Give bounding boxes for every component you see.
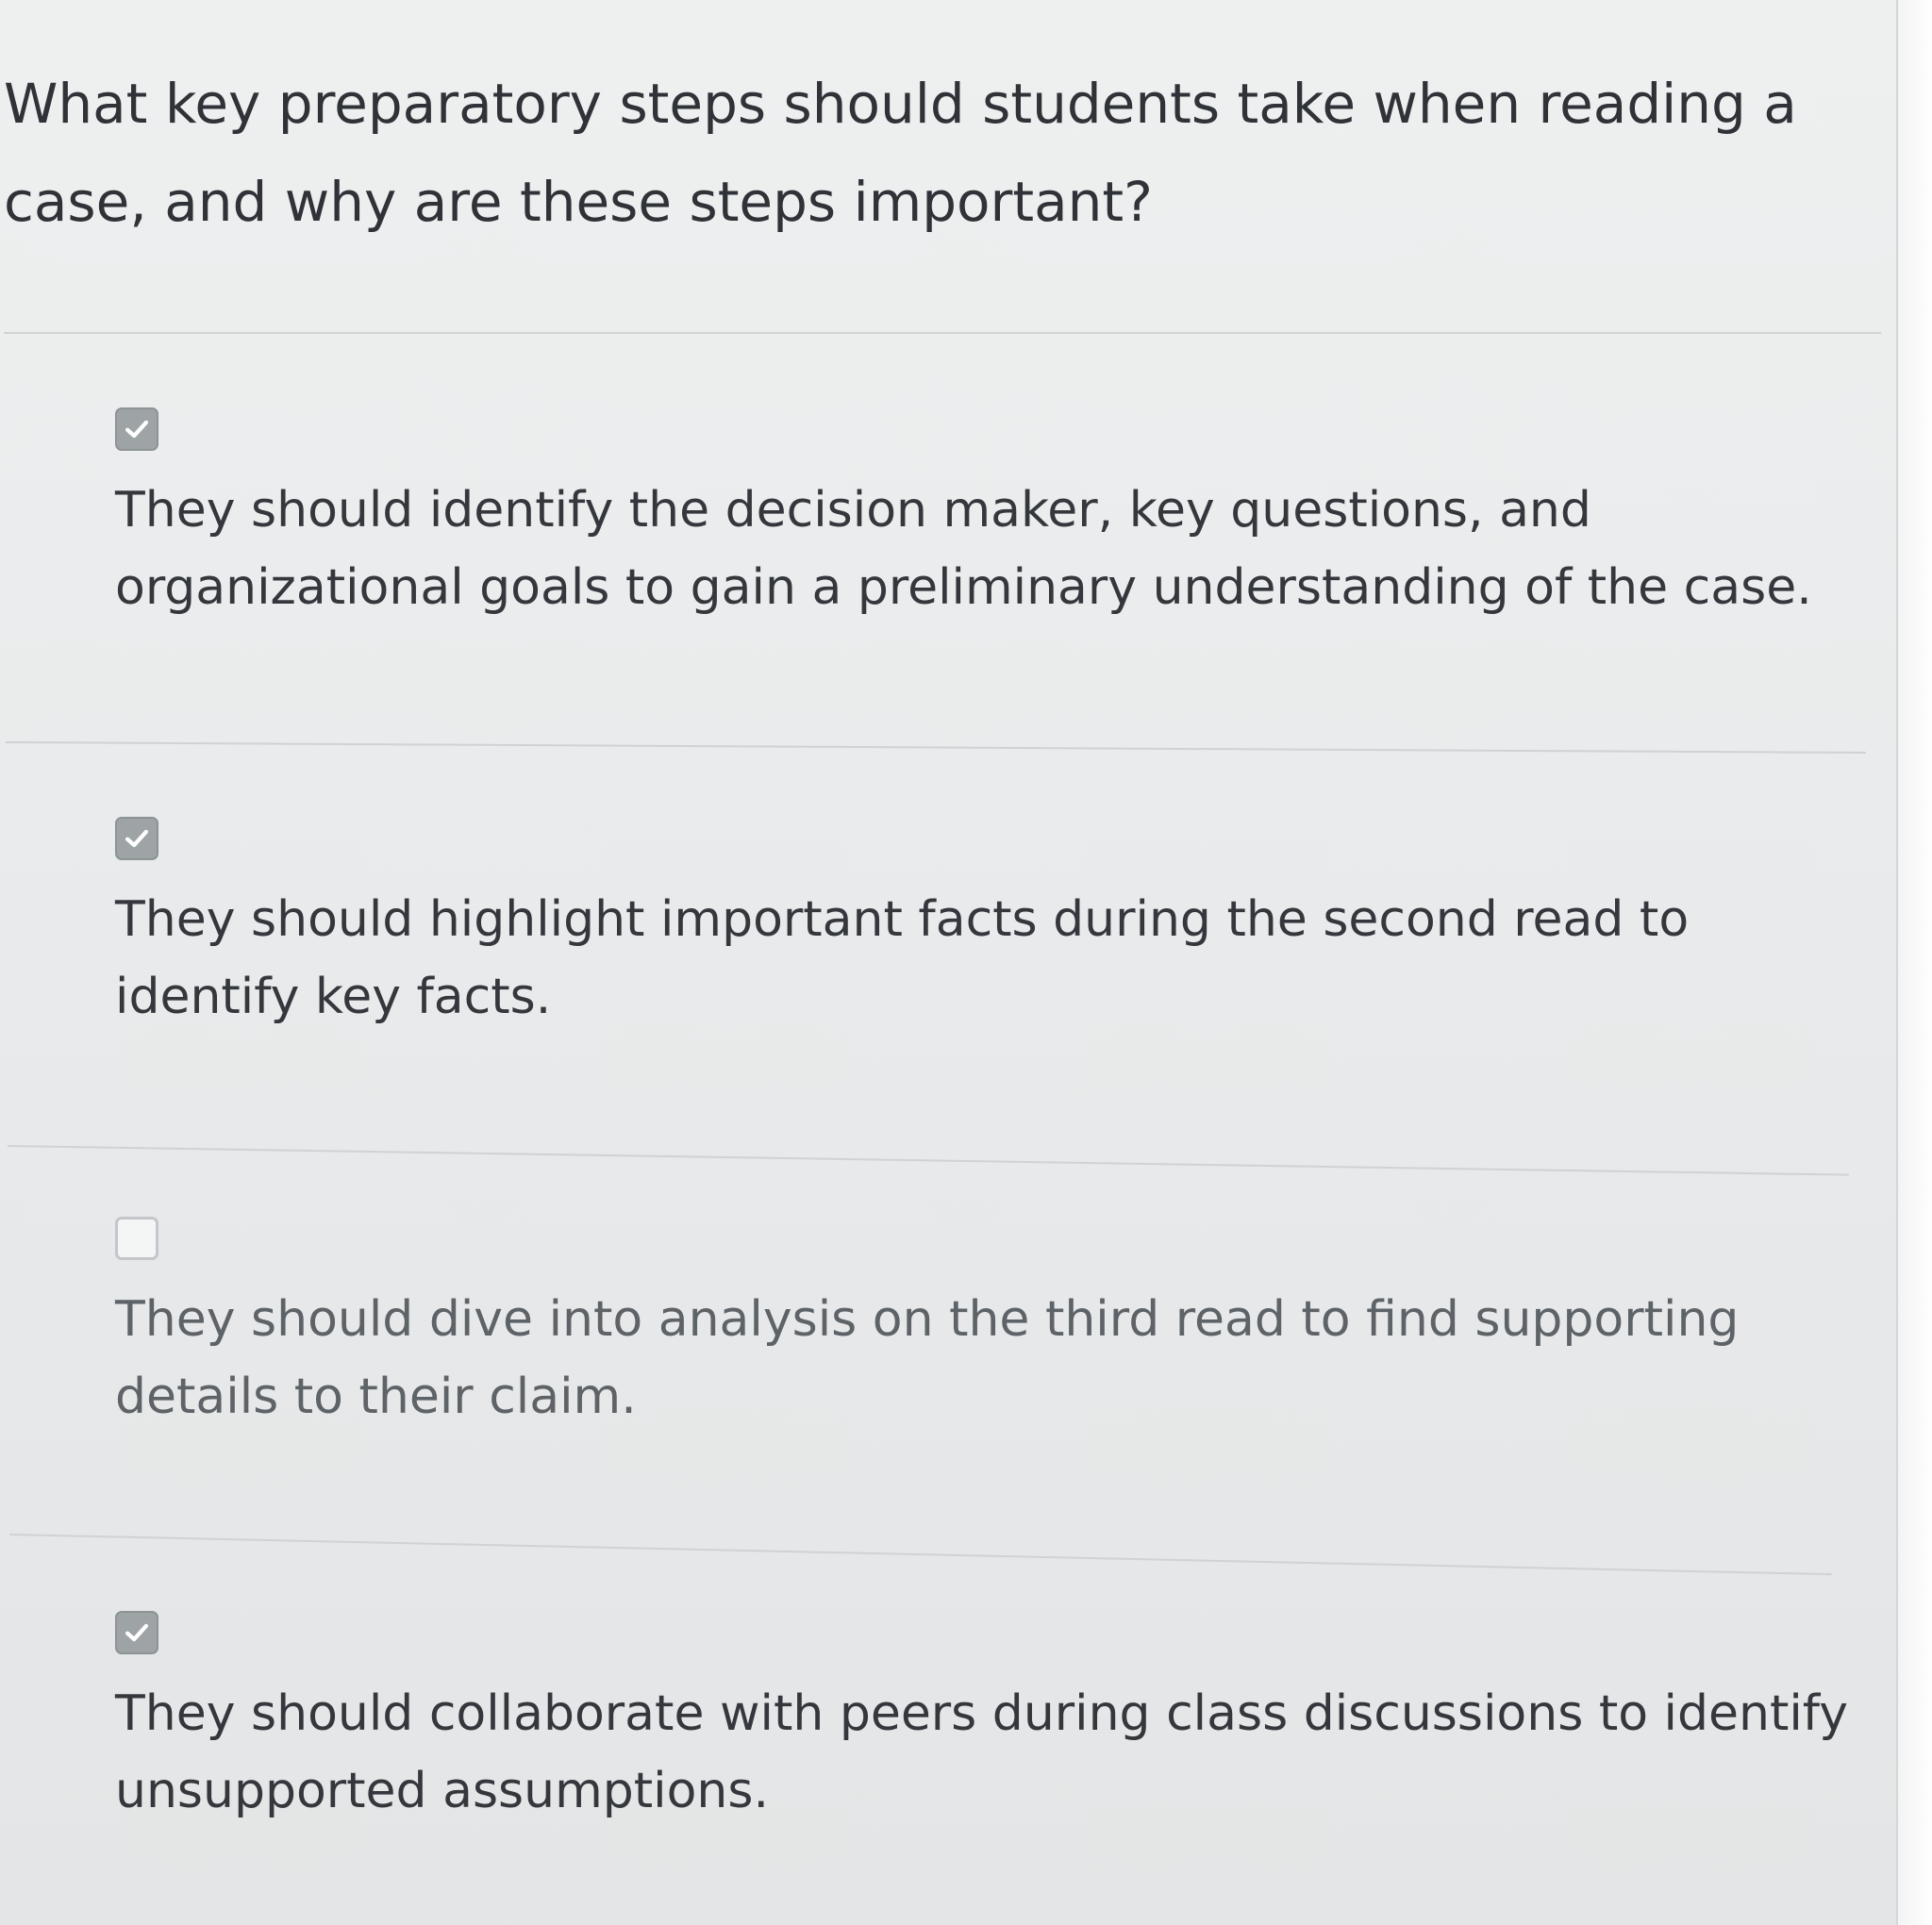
page-edge: [1896, 0, 1932, 1925]
checkmark-icon: [125, 829, 149, 848]
answer-checkbox-2[interactable]: [115, 817, 158, 860]
question-text: What key preparatory steps should studen…: [4, 72, 1797, 234]
answer-option-2[interactable]: They should highlight important facts du…: [115, 817, 1851, 1036]
divider: [8, 1534, 1832, 1576]
divider: [4, 332, 1881, 334]
answer-option-1[interactable]: They should identify the decision maker,…: [115, 407, 1851, 626]
answer-checkbox-1[interactable]: [115, 407, 158, 451]
answer-checkbox-4[interactable]: [115, 1611, 158, 1654]
divider: [5, 741, 1866, 755]
checkmark-icon: [125, 1623, 149, 1642]
checkmark-icon: [125, 420, 149, 439]
answer-option-text-2: They should highlight important facts du…: [115, 891, 1690, 1025]
answer-option-text-4: They should collaborate with peers durin…: [115, 1685, 1848, 1819]
answer-option-text-1: They should identify the decision maker,…: [115, 482, 1812, 616]
answer-checkbox-3[interactable]: [115, 1217, 158, 1260]
quiz-page: What key preparatory steps should studen…: [0, 0, 1896, 1925]
answer-option-4[interactable]: They should collaborate with peers durin…: [115, 1611, 1851, 1830]
answer-option-3[interactable]: They should dive into analysis on the th…: [115, 1217, 1851, 1435]
divider: [7, 1145, 1849, 1176]
answer-option-text-3: They should dive into analysis on the th…: [115, 1291, 1740, 1425]
